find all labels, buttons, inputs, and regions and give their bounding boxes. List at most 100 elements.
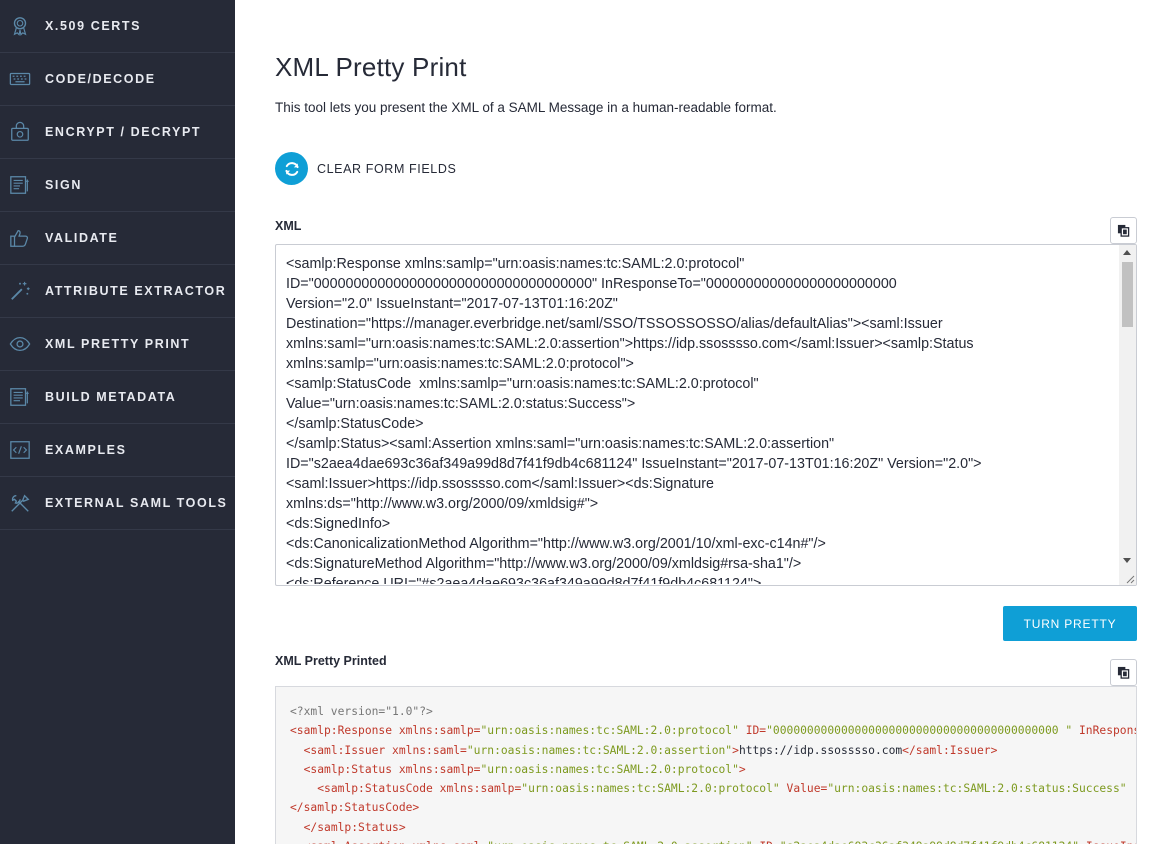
sidebar-item-label: EXTERNAL SAML TOOLS — [45, 496, 228, 510]
refresh-icon — [275, 152, 308, 185]
tools-icon — [9, 492, 31, 514]
xml-input-scrollbar[interactable] — [1119, 245, 1136, 585]
xml-pretty-code: <?xml version="1.0"?> <samlp:Response xml… — [290, 702, 1136, 844]
pretty-line: <saml:Assertion xmlns:saml="urn:oasis:na… — [290, 837, 1136, 844]
xml-token: <?xml version="1.0"?> — [290, 705, 433, 718]
sidebar-item-label: XML PRETTY PRINT — [45, 337, 191, 351]
pretty-line: <?xml version="1.0"?> — [290, 702, 1136, 721]
xml-pretty-output: <?xml version="1.0"?> <samlp:Response xml… — [275, 686, 1137, 844]
sidebar-item-label: ENCRYPT / DECRYPT — [45, 125, 202, 139]
sidebar-item-sign[interactable]: SIGN — [0, 159, 235, 212]
xml-input-content[interactable]: <samlp:Response xmlns:samlp="urn:oasis:n… — [286, 254, 1116, 584]
xml-token: InResponseTo= — [1078, 724, 1136, 738]
xml-token: xmlns:saml= — [406, 840, 487, 844]
scroll-thumb[interactable] — [1122, 262, 1133, 327]
page-description: This tool lets you present the XML of a … — [275, 100, 777, 115]
lock-icon — [9, 121, 31, 143]
xml-token: </saml:Issuer> — [902, 743, 998, 757]
xml-token: IssueInstant= — [1079, 840, 1136, 844]
xml-label: XML — [275, 219, 302, 233]
xml-pretty-printed-label: XML Pretty Printed — [275, 654, 387, 668]
scroll-up-arrow-icon[interactable] — [1123, 250, 1131, 255]
xml-input-line: ID="s2aea4dae693c36af349a99d8d7f41f9db4c… — [286, 456, 982, 472]
sidebar-item-label: VALIDATE — [45, 231, 119, 245]
thumbs-up-icon — [9, 227, 31, 249]
sidebar-item-attribute-extractor[interactable]: ATTRIBUTE EXTRACTOR — [0, 265, 235, 318]
pretty-line: <samlp:Response xmlns:samlp="urn:oasis:n… — [290, 721, 1136, 740]
main-content: XML Pretty Print This tool lets you pres… — [235, 0, 1150, 844]
xml-token: xmlns:samlp= — [392, 724, 481, 738]
sidebar-item-examples[interactable]: EXAMPLES — [0, 424, 235, 477]
sidebar-item-build-metadata[interactable]: BUILD METADATA — [0, 371, 235, 424]
xml-token — [290, 744, 304, 757]
turn-pretty-button[interactable]: TURN PRETTY — [1003, 606, 1137, 641]
sidebar-item-encrypt-decrypt[interactable]: ENCRYPT / DECRYPT — [0, 106, 235, 159]
xml-input-line: <ds:Reference URI="#s2aea4dae693c36af349… — [286, 576, 762, 584]
xml-token: > — [738, 762, 746, 776]
copy-pretty-button[interactable] — [1110, 659, 1137, 686]
sidebar-item-code-decode[interactable]: CODE/DECODE — [0, 53, 235, 106]
code-file-icon — [9, 439, 31, 461]
xml-input-line: <ds:SignedInfo> — [286, 516, 391, 532]
xml-token — [290, 782, 317, 795]
sidebar-item-x-509-certs[interactable]: X.509 CERTS — [0, 0, 235, 53]
page-title: XML Pretty Print — [275, 52, 467, 82]
copy-icon — [1117, 224, 1130, 237]
pretty-line: <samlp:Status xmlns:samlp="urn:oasis:nam… — [290, 760, 1136, 779]
xml-input-line: </samlp:StatusCode> — [286, 416, 424, 432]
xml-token: "urn:oasis:names:tc:SAML:2.0:protocol" — [521, 782, 780, 796]
xml-token: xmlns:samlp= — [432, 782, 522, 796]
sidebar-item-label: CODE/DECODE — [45, 72, 156, 86]
xml-token — [290, 821, 304, 834]
xml-token: ID= — [753, 840, 779, 844]
xml-token: <samlp:Status — [303, 762, 393, 776]
xml-token: </samlp:Status> — [303, 820, 406, 834]
xml-input-line: <ds:SignatureMethod Algorithm="http://ww… — [286, 556, 802, 572]
xml-input-line: ID="00000000000000000000000000000000000"… — [286, 276, 897, 292]
xml-input-line: <samlp:StatusCode xmlns:samlp="urn:oasis… — [286, 376, 759, 392]
sidebar-item-label: SIGN — [45, 178, 82, 192]
xml-token: Value= — [779, 782, 828, 796]
pretty-line: </samlp:Status> — [290, 818, 1136, 837]
xml-token: xmlns:saml= — [385, 743, 467, 757]
sidebar-item-validate[interactable]: VALIDATE — [0, 212, 235, 265]
eye-icon — [9, 333, 31, 355]
scroll-down-arrow-icon[interactable] — [1123, 558, 1131, 563]
clear-form-fields-label: CLEAR FORM FIELDS — [317, 161, 457, 176]
sidebar-item-label: EXAMPLES — [45, 443, 127, 457]
pretty-line: </samlp:StatusCode> — [290, 798, 1136, 817]
xml-input-line: Value="urn:oasis:names:tc:SAML:2.0:statu… — [286, 396, 636, 412]
xml-token: "s2aea4dae693c36af349a99d8d7f41f9db4c681… — [780, 840, 1079, 844]
xml-input-textarea[interactable]: <samlp:Response xmlns:samlp="urn:oasis:n… — [275, 244, 1137, 586]
xml-token — [290, 840, 304, 844]
sidebar-item-external-saml-tools[interactable]: EXTERNAL SAML TOOLS — [0, 477, 235, 530]
clear-form-fields-button[interactable]: CLEAR FORM FIELDS — [275, 152, 456, 185]
certificate-icon — [9, 15, 31, 37]
copy-xml-button[interactable] — [1110, 217, 1137, 244]
magic-wand-icon — [9, 280, 31, 302]
document-sign-icon — [9, 174, 31, 196]
xml-input-line: xmlns:saml="urn:oasis:names:tc:SAML:2.0:… — [286, 336, 974, 352]
xml-token: <samlp:Response — [290, 724, 393, 738]
pretty-line: <samlp:StatusCode xmlns:samlp="urn:oasis… — [290, 779, 1136, 798]
xml-token: https://idp.ssosssso.com — [738, 743, 903, 757]
sidebar-item-label: BUILD METADATA — [45, 390, 177, 404]
xml-input-line: </samlp:Status><saml:Assertion xmlns:sam… — [286, 436, 835, 452]
xml-input-line: <samlp:Response xmlns:samlp="urn:oasis:n… — [286, 256, 745, 272]
sidebar-item-xml-pretty-print[interactable]: XML PRETTY PRINT — [0, 318, 235, 371]
xml-input-line: <ds:CanonicalizationMethod Algorithm="ht… — [286, 536, 826, 552]
xml-token: xmlns:samlp= — [392, 762, 481, 776]
xml-token: ID= — [738, 724, 767, 738]
xml-token: <samlp:StatusCode — [317, 782, 433, 796]
xml-token: "urn:oasis:names:tc:SAML:2.0:status:Succ… — [827, 782, 1127, 796]
sidebar-item-label: X.509 CERTS — [45, 19, 142, 33]
xml-token: </samlp:StatusCode> — [290, 801, 420, 815]
xml-token: > — [732, 743, 739, 757]
xml-token: "urn:oasis:names:tc:SAML:2.0:protocol" — [480, 762, 739, 776]
xml-input-line: xmlns:ds="http://www.w3.org/2000/09/xmld… — [286, 496, 599, 512]
xml-token: "000000000000000000000000000000000000000… — [766, 724, 1073, 738]
document-list-icon — [9, 386, 31, 408]
xml-input-line: <saml:Issuer>https://idp.ssosssso.com</s… — [286, 476, 714, 492]
keyboard-icon — [9, 68, 31, 90]
resize-grip-icon[interactable] — [1125, 574, 1135, 584]
